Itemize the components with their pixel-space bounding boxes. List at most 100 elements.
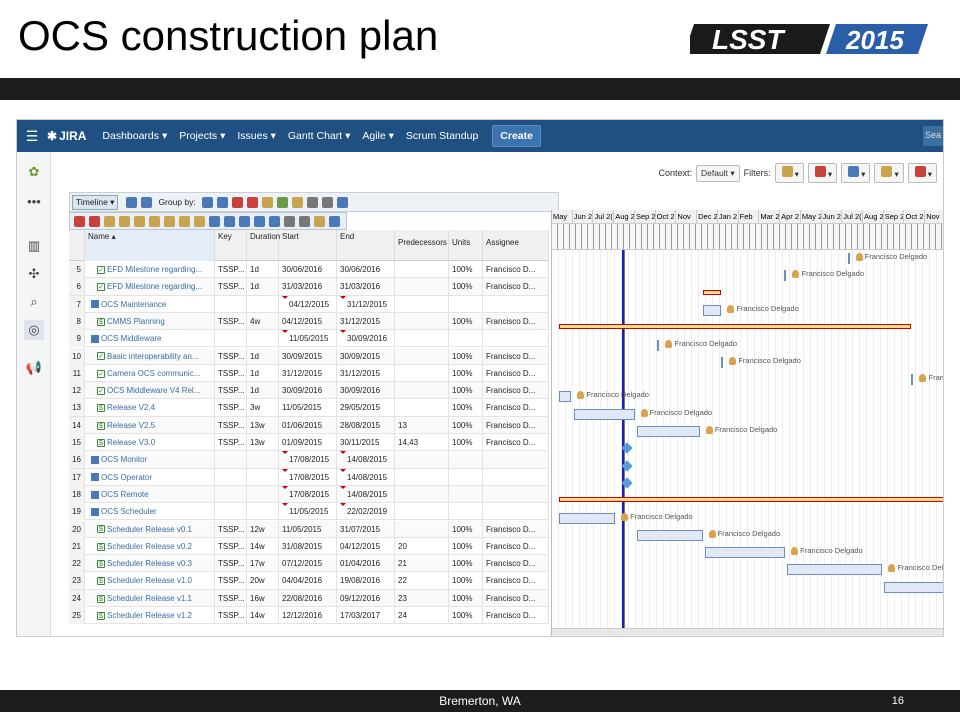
outdent-icon[interactable] [126,196,138,208]
filter-group-button[interactable]: ▾ [841,163,871,183]
filter-type-button[interactable]: ▾ [807,163,838,183]
task-bar[interactable] [637,426,700,437]
table-row[interactable]: 10 ✓ Basic interoperability an... TSSP... 1d… [69,347,549,365]
task-bar[interactable] [558,391,572,403]
table-row[interactable]: 16 OCS Monitor 17/08/2015 14/08/2015 [69,451,549,469]
zoom-tool-1-icon[interactable] [74,215,85,227]
lock-icon[interactable] [261,196,273,208]
header-key[interactable]: Key [215,230,247,261]
table-row[interactable]: 13 $ Release V2.4 TSSP... 3w 11/05/2015 29/05/… [69,399,549,417]
zoom-tool-6-icon[interactable] [149,215,160,227]
puzzle-icon[interactable]: ✣ [24,264,44,284]
summary-bar[interactable] [702,289,722,295]
summary-bar[interactable] [558,324,912,330]
task-bar[interactable] [787,564,883,576]
task-bar[interactable] [704,547,786,559]
table-row[interactable]: 17 OCS Operator 17/08/2015 14/08/2015 [69,468,549,486]
task-milestone[interactable] [911,374,914,386]
baseline-icon[interactable] [231,196,243,208]
task-milestone[interactable] [847,253,850,264]
table-row[interactable]: 11 ✓ Camera OCS communic... TSSP... 1d 31/12/… [69,364,549,383]
indent-icon[interactable] [141,196,153,208]
header-end[interactable]: End [337,230,395,261]
star-icon[interactable] [291,196,303,208]
table-row[interactable]: 5 ✓ EFD Milestone regarding... TSSP... 1d 30/… [69,261,549,279]
task-bar[interactable] [702,304,722,316]
arrow-left-icon[interactable] [179,215,190,227]
search-input[interactable]: Sea [923,126,943,146]
task-bar[interactable] [884,581,943,593]
zoom-tool-2-icon[interactable] [89,215,100,227]
table-row[interactable]: 15 $ Release V3.0 TSSP... 13w 01/09/2015 30/11… [69,434,549,452]
header-assignee[interactable]: Assignee [483,230,549,261]
zoom-tool-5-icon[interactable] [134,215,145,227]
table-row[interactable]: 18 OCS Remote 17/08/2015 14/08/2015 [69,485,549,504]
create-button[interactable]: Create [492,125,541,147]
arrow-right-icon[interactable] [194,215,205,227]
table-row[interactable]: 22 $ Scheduler Release v0.3 TSSP... 17w 07/12… [69,555,549,573]
nav-issues[interactable]: Issues ▾ [237,130,276,142]
task-bar[interactable] [558,512,616,524]
zoom-in-icon[interactable] [209,215,220,227]
zoom-tool-7-icon[interactable] [164,215,175,227]
refresh-icon[interactable] [276,196,288,208]
filter-more-button[interactable]: ▾ [907,163,937,183]
zoom-fit-icon[interactable] [239,215,250,227]
nav-projects[interactable]: Projects ▾ [179,130,225,142]
header-units[interactable]: Units [449,230,483,261]
task-milestone[interactable] [721,356,724,368]
search-list-icon[interactable]: ⌕ [24,292,44,312]
table-row[interactable]: 24 $ Scheduler Release v1.1 TSSP... 16w 22/08… [69,589,549,607]
filter-status-button[interactable]: ▾ [874,163,904,183]
link-icon[interactable] [246,196,258,208]
expand-icon[interactable] [314,215,325,227]
jira-logo[interactable]: ✱ JIRA [47,129,86,143]
pointer-icon[interactable] [329,215,340,227]
export-icon[interactable] [336,196,348,208]
zoom-today-icon[interactable] [269,215,280,227]
horizontal-scrollbar[interactable] [552,628,943,636]
nav-dashboards[interactable]: Dashboards ▾ [102,130,167,142]
table-row[interactable]: 6 ✓ EFD Milestone regarding... TSSP... 1d 31/… [69,278,549,296]
settings-icon[interactable] [321,196,333,208]
table-row[interactable]: 9 OCS Middleware 11/05/2015 30/09/2016 [69,330,549,348]
table-row[interactable]: 20 $ Scheduler Release v0.1 TSSP... 12w 11/05… [69,520,549,538]
table-row[interactable]: 25 $ Scheduler Release v1.2 TSSP... 14w 12/12… [69,607,549,625]
table-row[interactable]: 23 $ Scheduler Release v1.0 TSSP... 20w 04/04… [69,572,549,590]
header-predecessors[interactable]: Predecessors [395,230,449,261]
context-select[interactable]: Default ▾ [696,164,740,182]
zoom-tool-3-icon[interactable] [104,215,115,227]
table-row[interactable]: 19 OCS Scheduler 11/05/2015 22/02/2019 [69,503,549,521]
table-row[interactable]: 8 $ CMMS Planning TSSP... 4w 04/12/2015 31/12/… [69,312,549,331]
board-icon[interactable]: ▥ [24,236,44,256]
task-milestone[interactable] [784,270,787,282]
scroll-to-icon[interactable] [284,215,295,227]
timeline-button[interactable]: Timeline ▾ [72,194,119,210]
task-milestone[interactable] [657,339,660,351]
nav-agile[interactable]: Agile ▾ [362,130,394,142]
header-name[interactable]: Name ▴ [85,230,215,261]
megaphone-icon[interactable]: 📢 [24,358,44,378]
task-bar[interactable] [573,408,635,420]
table-row[interactable]: 21 $ Scheduler Release v0.2 TSSP... 14w 31/08… [69,537,549,556]
collapse-icon[interactable] [299,215,310,227]
menu-icon[interactable]: ☰ [17,128,47,145]
project-avatar-icon[interactable]: ✿ [24,162,44,182]
filter-icon[interactable] [306,196,318,208]
critical-path-icon[interactable] [216,196,228,208]
zoom-out-icon[interactable] [224,215,235,227]
filter-user-button[interactable]: ▾ [774,163,804,183]
group-by-icon[interactable] [201,196,213,208]
zoom-tool-4-icon[interactable] [119,215,130,227]
table-row[interactable]: 12 ✓ OCS Middleware V4 Rel... TSSP... 1d 30/0… [69,382,549,400]
task-bar[interactable] [636,529,703,541]
table-row[interactable]: 7 OCS Maintenance 04/12/2015 31/12/2015 [69,295,549,313]
header-start[interactable]: Start [279,230,337,261]
summary-bar[interactable] [558,497,943,503]
header-duration[interactable]: Duration [247,230,280,261]
zoom-reset-icon[interactable] [254,215,265,227]
table-row[interactable]: 14 $ Release V2.5 TSSP... 13w 01/06/2015 28/08… [69,416,549,434]
nav-scrum-standup[interactable]: Scrum Standup [406,130,478,142]
nav-gantt-chart[interactable]: Gantt Chart ▾ [288,130,350,142]
target-icon[interactable]: ◎ [24,320,44,340]
